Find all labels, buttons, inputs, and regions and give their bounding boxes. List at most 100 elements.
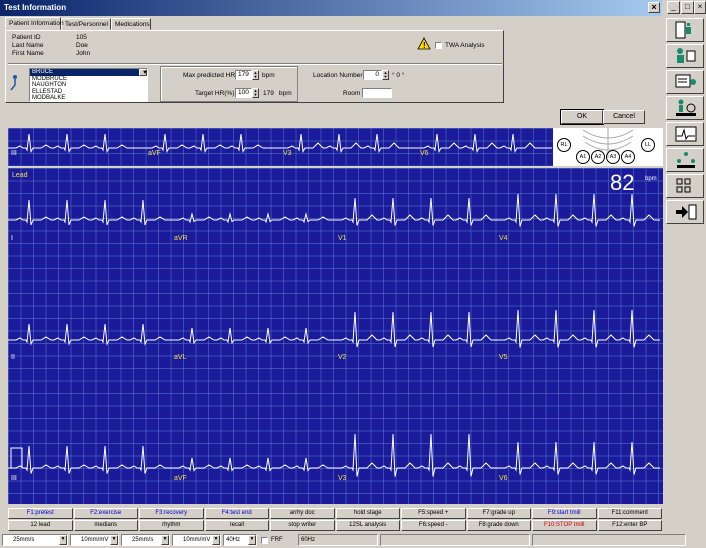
- lead-section-title: Lead: [12, 172, 28, 179]
- lead-label: aVF: [174, 475, 187, 482]
- right-toolbar: [664, 18, 706, 518]
- target-hr-percent-input[interactable]: 100: [235, 88, 252, 98]
- speed-value: 25mm/s: [132, 537, 154, 543]
- function-key-button[interactable]: 12SL analysis: [335, 520, 400, 531]
- top-strip-waveform: [8, 133, 552, 154]
- protocol-list[interactable]: BRUCE MODBRUCE NAUGHTON ELLESTAD MODBALK…: [29, 68, 148, 102]
- leads-tool-button[interactable]: [666, 148, 704, 172]
- list-item[interactable]: MODBALKE: [30, 95, 147, 101]
- lead-label: V6: [499, 475, 508, 482]
- exit-tool-button[interactable]: [666, 200, 704, 224]
- maximize-button[interactable]: □: [681, 1, 694, 14]
- electrode-ll: LL: [641, 138, 655, 152]
- line-frequency-field: 60Hz: [298, 534, 378, 546]
- patient-id-label: Patient ID: [12, 34, 41, 41]
- function-key-button[interactable]: F4:test end: [204, 508, 269, 519]
- tab-patient-information[interactable]: Patient Information: [5, 17, 64, 30]
- twa-analysis-label: TWA Analysis: [445, 42, 485, 49]
- lead-label: III: [11, 475, 17, 482]
- ecg-trace: [497, 309, 660, 348]
- ecg-trace: [171, 327, 334, 345]
- electrode-a1: A1: [576, 150, 590, 164]
- function-key-button[interactable]: F11:comment: [597, 508, 662, 519]
- first-name-value: John: [76, 50, 91, 57]
- gain-value: 10mm/mV: [183, 537, 211, 543]
- dropdown-arrow-icon[interactable]: ▼: [110, 535, 118, 545]
- ecg-trace: [280, 133, 416, 154]
- status-bar: 25mm/s ▼ 10mm/mV ▼ 25mm/s ▼ 10mm/mV ▼ 40Hz ▼ …: [0, 533, 706, 548]
- settings-tool-button[interactable]: [666, 174, 704, 198]
- lead-label: II: [11, 354, 15, 361]
- gain-select-1[interactable]: 10mm/mV ▼: [70, 534, 119, 546]
- protocol-scrollbar[interactable]: ▲ ▼: [139, 69, 147, 76]
- cancel-button[interactable]: Cancel: [603, 110, 645, 124]
- ecg-trace: [8, 199, 171, 226]
- exercise-tool-button[interactable]: [666, 96, 704, 120]
- speed-select-2[interactable]: 25mm/s ▼: [121, 534, 170, 546]
- tab-test-personnel[interactable]: Test/Personnel: [61, 18, 111, 30]
- electrode-rl: RL: [557, 138, 571, 152]
- max-hr-input[interactable]: 179: [235, 70, 252, 80]
- function-key-button[interactable]: stop writer: [270, 520, 335, 531]
- dropdown-arrow-icon[interactable]: ▼: [161, 535, 169, 545]
- room-input[interactable]: [362, 88, 392, 98]
- location-number-input[interactable]: 0: [363, 70, 382, 80]
- location-number-spinner[interactable]: ▲ ▼: [382, 70, 389, 80]
- dropdown-arrow-icon[interactable]: ▼: [248, 535, 256, 545]
- function-key-button[interactable]: 12 lead: [8, 520, 73, 531]
- personnel-tool-button[interactable]: [666, 44, 704, 68]
- close-button[interactable]: ×: [648, 2, 660, 13]
- status-field-empty: [532, 534, 686, 546]
- function-key-button[interactable]: hold stage: [335, 508, 400, 519]
- max-hr-spinner[interactable]: ▲ ▼: [252, 70, 259, 80]
- dropdown-arrow-icon[interactable]: ▼: [212, 535, 220, 545]
- function-key-button[interactable]: F8:grade down: [466, 520, 531, 531]
- lead-label: V3: [338, 475, 347, 482]
- ecg-trace: [334, 433, 497, 477]
- function-key-button[interactable]: rhythm: [139, 520, 204, 531]
- function-key-button[interactable]: F3:recovery: [139, 508, 204, 519]
- frf-checkbox[interactable]: [261, 537, 268, 544]
- speed-select-1[interactable]: 25mm/s ▼: [2, 534, 68, 546]
- last-name-value: Doe: [76, 42, 88, 49]
- filter-select[interactable]: 40Hz ▼: [223, 534, 257, 546]
- panel-divider: [8, 63, 502, 65]
- tab-medications[interactable]: Medications: [111, 18, 151, 30]
- ok-button[interactable]: OK: [560, 109, 604, 125]
- function-key-button[interactable]: recall: [204, 520, 269, 531]
- gain-value: 10mm/mV: [81, 537, 109, 543]
- electrode-a3: A3: [606, 150, 620, 164]
- function-key-button[interactable]: F7:grade up: [466, 508, 531, 519]
- function-key-button[interactable]: arrhy doc: [270, 508, 335, 519]
- lead-label: V1: [338, 235, 347, 242]
- patient-card-icon: [675, 21, 691, 39]
- function-key-button[interactable]: F2:exercise: [73, 508, 138, 519]
- treadmill-icon: [676, 99, 696, 116]
- twa-analysis-checkbox[interactable]: [435, 42, 442, 49]
- lead-label: V5: [499, 354, 508, 361]
- calibration-pulse: [8, 447, 23, 469]
- patient-info-tool-button[interactable]: [666, 18, 704, 42]
- target-hr-spinner[interactable]: ▲ ▼: [252, 88, 259, 98]
- app-close-button[interactable]: ×: [694, 1, 706, 14]
- function-key-button[interactable]: F6:speed -: [401, 520, 466, 531]
- ecg-trace: [8, 323, 171, 346]
- function-key-button[interactable]: F1:pretest: [8, 508, 73, 519]
- function-key-button[interactable]: F12:enter BP: [597, 520, 662, 531]
- function-key-button[interactable]: F5:speed +: [401, 508, 466, 519]
- ecg-tool-button[interactable]: [666, 122, 704, 146]
- dropdown-arrow-icon[interactable]: ▼: [59, 535, 67, 545]
- patient-id-value: 105: [76, 34, 87, 41]
- top-rhythm-strip: III aVF V3 V6: [8, 128, 553, 166]
- ecg-trace: [334, 197, 497, 226]
- function-key-button[interactable]: medians: [73, 520, 138, 531]
- scroll-down-button[interactable]: ▼: [139, 69, 147, 76]
- report-tool-button[interactable]: [666, 70, 704, 94]
- svg-text:!: !: [423, 41, 426, 50]
- gain-select-2[interactable]: 10mm/mV ▼: [172, 534, 221, 546]
- function-key-button[interactable]: F10:STOP tmill: [532, 520, 597, 531]
- filter-value: 40Hz: [226, 537, 241, 543]
- minimize-button[interactable]: _: [667, 1, 680, 14]
- electrode-diagram: RL A1 A2 A3 A4 LL: [553, 128, 663, 166]
- function-key-button[interactable]: F9:start tmill: [532, 508, 597, 519]
